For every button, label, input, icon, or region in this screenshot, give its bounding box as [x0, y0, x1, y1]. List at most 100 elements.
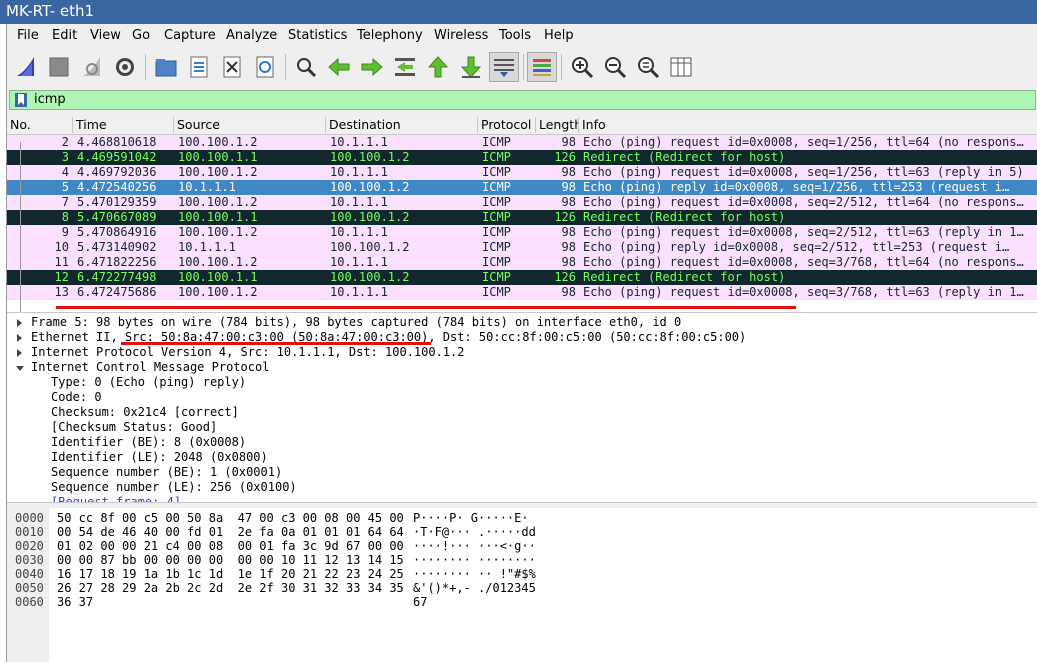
menu-file[interactable]: File	[17, 28, 39, 43]
column-header-length[interactable]: Length	[536, 117, 579, 133]
display-filter-input[interactable]: icmp	[34, 92, 66, 107]
hex-ascii[interactable]: ·T·F@··· .·····dd	[413, 525, 536, 539]
detail-icmp-field[interactable]: Sequence number (BE): 1 (0x0001)	[51, 465, 282, 480]
close-file-icon[interactable]	[217, 52, 247, 82]
expand-arrow-icon[interactable]	[17, 334, 22, 342]
autoscroll-icon[interactable]	[489, 52, 519, 82]
cell-no: 10	[54, 240, 69, 254]
cell-proto: ICMP	[482, 195, 511, 209]
colorize-icon[interactable]	[527, 52, 557, 82]
hex-bytes[interactable]: 50 cc 8f 00 c5 00 50 8a 47 00 c3 00 08 0…	[57, 511, 404, 525]
zoom-in-icon[interactable]	[567, 52, 597, 82]
cell-dst: 10.1.1.1	[330, 195, 388, 209]
open-folder-icon[interactable]	[151, 52, 181, 82]
hex-ascii[interactable]: &'()*+,- ./012345	[413, 581, 536, 595]
column-header-time[interactable]: Time	[73, 117, 174, 133]
menu-analyze[interactable]: Analyze	[226, 28, 277, 43]
packet-row[interactable]: 13 6.472475686 100.100.1.2 10.1.1.1 ICMP 98 Ec…	[7, 285, 1037, 300]
packet-row[interactable]: 9 5.470864916 100.100.1.2 10.1.1.1 ICMP 98 Ech…	[7, 225, 1037, 240]
detail-icmp-field[interactable]: Code: 0	[51, 390, 102, 405]
column-header-protocol[interactable]: Protocol	[478, 117, 536, 133]
detail-icmp-field[interactable]: Sequence number (LE): 256 (0x0100)	[51, 480, 297, 495]
capture-options-gear-icon[interactable]	[110, 52, 140, 82]
detail-frame[interactable]: Frame 5: 98 bytes on wire (784 bits), 98…	[31, 315, 681, 330]
packet-row[interactable]: 8 5.470667089 100.100.1.1 100.100.1.2 ICMP 12…	[7, 210, 1037, 225]
zoom-normal-icon[interactable]	[633, 52, 663, 82]
save-file-icon[interactable]	[184, 52, 214, 82]
packet-row[interactable]: 12 6.472277498 100.100.1.1 100.100.1.2 ICMP 1…	[7, 270, 1037, 285]
packet-row[interactable]: 7 5.470129359 100.100.1.2 10.1.1.1 ICMP 98 Ech…	[7, 195, 1037, 210]
hex-bytes[interactable]: 01 02 00 00 21 c4 00 08 00 01 fa 3c 9d 6…	[57, 539, 404, 553]
go-forward-arrow-icon[interactable]	[357, 52, 387, 82]
menu-telephony[interactable]: Telephony	[357, 28, 423, 43]
detail-icmp[interactable]: Internet Control Message Protocol	[31, 360, 269, 375]
cell-proto: ICMP	[482, 285, 511, 299]
detail-icmp-field[interactable]: Type: 0 (Echo (ping) reply)	[51, 375, 246, 390]
detail-icmp-field[interactable]: Identifier (BE): 8 (0x0008)	[51, 435, 246, 450]
column-header-source[interactable]: Source	[174, 117, 326, 133]
column-header-destination[interactable]: Destination	[326, 117, 478, 133]
packet-row[interactable]: 4 4.469792036 100.100.1.2 10.1.1.1 ICMP 98 Ech…	[7, 165, 1037, 180]
go-to-packet-icon[interactable]	[390, 52, 420, 82]
hex-ascii[interactable]: 67	[413, 595, 427, 609]
menu-view[interactable]: View	[90, 28, 121, 43]
menu-tools[interactable]: Tools	[499, 28, 531, 43]
restart-fin-icon[interactable]	[77, 52, 107, 82]
detail-ip[interactable]: Internet Protocol Version 4, Src: 10.1.1…	[31, 345, 464, 360]
menu-wireless[interactable]: Wireless	[434, 28, 488, 43]
packet-details: Frame 5: 98 bytes on wire (784 bits), 98…	[7, 312, 1037, 503]
cell-len: 98	[561, 225, 576, 239]
resize-columns-icon[interactable]	[666, 52, 696, 82]
hex-ascii[interactable]: P····P· G·····E·	[413, 511, 529, 525]
packet-row[interactable]: 11 6.471822256 100.100.1.2 10.1.1.1 ICMP 98 Ec…	[7, 255, 1037, 270]
column-header-no[interactable]: No.	[7, 117, 73, 133]
hex-ascii[interactable]: ····!··· ···<·g··	[413, 539, 536, 553]
hex-bytes[interactable]: 00 00 87 bb 00 00 00 00 00 00 10 11 12 1…	[57, 553, 404, 567]
hex-bytes[interactable]: 26 27 28 29 2a 2b 2c 2d 2e 2f 30 31 32 3…	[57, 581, 404, 595]
cell-dst: 10.1.1.1	[330, 255, 388, 269]
hex-ascii[interactable]: ········ ·· !"#$%	[413, 567, 536, 581]
cell-no: 13	[54, 285, 69, 299]
menu-statistics[interactable]: Statistics	[288, 28, 347, 43]
cell-time: 4.472540256	[77, 180, 157, 194]
menu-go[interactable]: Go	[132, 28, 150, 43]
detail-icmp-field[interactable]: Identifier (LE): 2048 (0x0800)	[51, 450, 268, 465]
go-back-arrow-icon[interactable]	[324, 52, 354, 82]
menu-capture[interactable]: Capture	[164, 28, 216, 43]
zoom-out-icon[interactable]	[600, 52, 630, 82]
menu-bar: File Edit View Go Capture Analyze Statis…	[7, 24, 1037, 48]
cell-no: 8	[61, 210, 69, 224]
packet-row[interactable]: 3 4.469591042 100.100.1.1 100.100.1.2 ICMP 12…	[7, 150, 1037, 165]
display-filter-bar[interactable]: icmp	[9, 90, 1036, 110]
reload-icon[interactable]	[250, 52, 280, 82]
cell-src: 100.100.1.2	[178, 225, 258, 239]
menu-help[interactable]: Help	[544, 28, 574, 43]
go-last-packet-icon[interactable]	[456, 52, 486, 82]
cell-len: 98	[561, 240, 576, 254]
bookmark-icon[interactable]	[14, 93, 28, 107]
packet-row[interactable]: 10 5.473140902 10.1.1.1 100.100.1.2 ICMP 98 Ec…	[7, 240, 1037, 255]
stop-square-icon[interactable]	[44, 52, 74, 82]
hex-bytes[interactable]: 00 54 de 46 40 00 fd 01 2e fa 0a 01 01 0…	[57, 525, 404, 539]
cell-len: 98	[561, 255, 576, 269]
menu-edit[interactable]: Edit	[52, 28, 77, 43]
cell-len: 98	[561, 285, 576, 299]
cell-time: 5.473140902	[77, 240, 157, 254]
expand-arrow-icon[interactable]	[17, 349, 22, 357]
collapse-arrow-icon[interactable]	[16, 366, 24, 371]
cell-time: 5.470864916	[77, 225, 157, 239]
find-magnifier-icon[interactable]	[291, 52, 321, 82]
cell-src: 10.1.1.1	[178, 180, 236, 194]
go-first-packet-icon[interactable]	[423, 52, 453, 82]
packet-row[interactable]: 2 4.468810618 100.100.1.2 10.1.1.1 ICMP 98 Ech…	[7, 135, 1037, 150]
detail-icmp-field[interactable]: Checksum: 0x21c4 [correct]	[51, 405, 239, 420]
hex-ascii[interactable]: ········ ········	[413, 553, 536, 567]
detail-icmp-field[interactable]: [Checksum Status: Good]	[51, 420, 217, 435]
cell-len: 98	[561, 165, 576, 179]
shark-fin-start-icon[interactable]	[11, 52, 41, 82]
column-header-info[interactable]: Info	[579, 117, 1037, 133]
packet-row-selected[interactable]: 5 4.472540256 10.1.1.1 100.100.1.2 ICMP 98 Ech…	[7, 180, 1037, 195]
hex-bytes[interactable]: 16 17 18 19 1a 1b 1c 1d 1e 1f 20 21 22 2…	[57, 567, 404, 581]
expand-arrow-icon[interactable]	[17, 319, 22, 327]
hex-bytes[interactable]: 36 37	[57, 595, 93, 609]
